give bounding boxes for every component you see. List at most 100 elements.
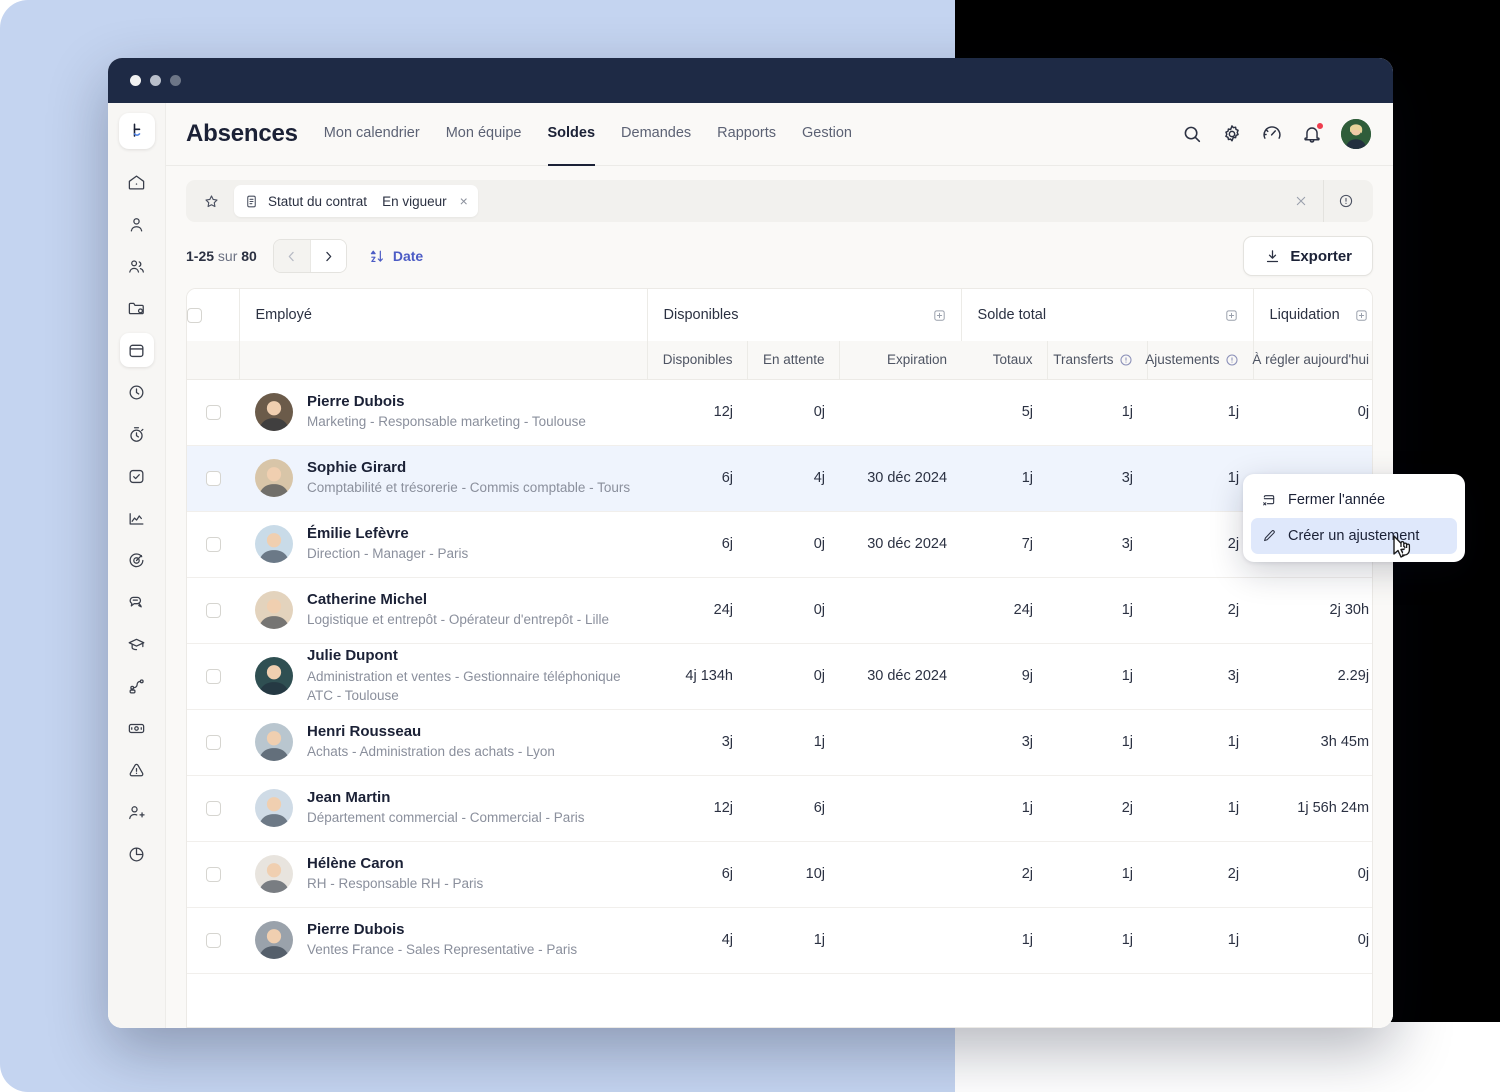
cell-totaux: 1j (1021, 800, 1034, 816)
info-circle-icon[interactable] (1225, 353, 1239, 367)
info-circle-icon[interactable] (1323, 180, 1367, 222)
export-button[interactable]: Exporter (1243, 236, 1373, 276)
row-checkbox[interactable] (205, 404, 221, 420)
menu-item-creer-un-ajustement[interactable]: Créer un ajustement (1251, 518, 1457, 554)
rail-item-tasks[interactable] (120, 459, 154, 493)
rail-item-training[interactable] (120, 627, 154, 661)
rail-item-people[interactable] (120, 249, 154, 283)
close-icon[interactable] (1279, 180, 1323, 222)
tab-gestion[interactable]: Gestion (802, 103, 852, 166)
person-icon (130, 217, 143, 231)
sub-header-disponibles[interactable]: Disponibles (646, 341, 747, 380)
prev-page-button[interactable] (273, 240, 310, 272)
window-minimize-dot[interactable] (150, 75, 161, 86)
rail-item-absences[interactable] (119, 333, 154, 367)
table-row[interactable]: Jean Martin Département commercial - Comm… (187, 775, 1372, 841)
sub-header-a-regler[interactable]: À régler aujourd'hui (1252, 341, 1372, 380)
row-checkbox[interactable] (205, 734, 221, 750)
rail-item-workflows[interactable] (120, 669, 154, 703)
sub-header-label: À régler aujourd'hui (1252, 352, 1370, 368)
filter-chip-contract-status[interactable]: Statut du contrat En vigueur × (234, 185, 478, 217)
cell-ajustements: 1j (1227, 800, 1240, 816)
tab-mon-calendrier[interactable]: Mon calendrier (324, 103, 420, 166)
row-select-cell (187, 709, 239, 775)
rail-item-documents[interactable] (120, 291, 154, 325)
sub-header-totaux[interactable]: Totaux (961, 341, 1048, 380)
filter-chip-remove[interactable]: × (460, 193, 468, 209)
factorial-logo[interactable] (118, 113, 155, 149)
sort-label: Date (392, 248, 424, 264)
table-row[interactable]: Henri Rousseau Achats - Administration de… (187, 709, 1372, 775)
employee-cell: Pierre Dubois Marketing - Responsable mar… (239, 379, 647, 445)
rail-item-home[interactable] (120, 165, 154, 199)
rail-item-reports[interactable] (120, 837, 154, 871)
table-row[interactable]: Catherine Michel Logistique et entrepôt -… (187, 577, 1372, 643)
sub-header-ajustements[interactable]: Ajustements (1145, 341, 1254, 380)
search-icon[interactable] (1181, 123, 1203, 145)
table-row[interactable]: Émilie Lefèvre Direction - Manager - Pari… (187, 511, 1372, 577)
rail-item-feedback[interactable] (120, 585, 154, 619)
employee-cell: Henri Rousseau Achats - Administration de… (239, 709, 647, 775)
table-row[interactable]: Hélène Caron RH - Responsable RH - Paris 6… (187, 841, 1372, 907)
sub-header-transferts[interactable]: Transferts (1046, 341, 1148, 380)
row-checkbox[interactable] (205, 602, 221, 618)
cell-transferts: 2j (1121, 800, 1134, 816)
notification-badge (1316, 122, 1324, 130)
folder-icon (128, 302, 144, 314)
table-row[interactable]: Julie Dupont Administration et ventes - G… (187, 643, 1372, 709)
employee-name: Pierre Dubois (307, 921, 405, 939)
avatar[interactable] (1341, 119, 1371, 149)
window-maximize-dot[interactable] (170, 75, 181, 86)
calendar-close-icon (1263, 495, 1275, 506)
row-select-cell (187, 841, 239, 907)
cell-expiration (839, 379, 961, 445)
row-checkbox[interactable] (205, 800, 221, 816)
rail-item-analytics[interactable] (120, 501, 154, 535)
sub-header-en-attente[interactable]: En attente (746, 341, 839, 380)
add-column-icon[interactable] (1224, 308, 1239, 323)
speedometer-icon[interactable] (1261, 123, 1283, 145)
rail-item-recruiting[interactable] (120, 795, 154, 829)
menu-item-fermer-lannee[interactable]: Fermer l'année (1251, 482, 1457, 518)
next-page-button[interactable] (309, 240, 346, 272)
table-row[interactable]: Pierre Dubois Marketing - Responsable mar… (187, 379, 1372, 445)
rail-item-profile[interactable] (120, 207, 154, 241)
rail-item-payroll[interactable] (120, 711, 154, 745)
gear-icon[interactable] (1221, 123, 1243, 145)
row-checkbox[interactable] (205, 866, 221, 882)
tab-soldes[interactable]: Soldes (547, 103, 596, 166)
table-row[interactable]: Pierre Dubois Ventes France - Sales Repre… (187, 907, 1372, 973)
table-row[interactable]: Sophie Girard Comptabilité et trésorerie … (187, 445, 1372, 511)
star-icon[interactable] (194, 184, 228, 218)
row-checkbox[interactable] (205, 470, 221, 486)
row-checkbox[interactable] (205, 536, 221, 552)
sort-control[interactable]: Date (369, 248, 423, 265)
employee-role: Marketing - Responsable marketing - Toul… (307, 414, 586, 430)
select-all-checkbox[interactable] (187, 307, 202, 323)
employee-cell: Jean Martin Département commercial - Comm… (239, 775, 647, 841)
rail-item-goals[interactable] (120, 543, 154, 577)
filter-bar: Statut du contrat En vigueur × (186, 180, 1373, 222)
add-column-icon[interactable] (932, 308, 947, 323)
row-checkbox[interactable] (205, 932, 221, 948)
cell-totaux: 2j (1021, 866, 1034, 882)
employee-cell: Émilie Lefèvre Direction - Manager - Pari… (239, 511, 647, 577)
rail-item-timer[interactable] (120, 417, 154, 451)
add-column-icon[interactable] (1354, 308, 1369, 323)
cell-transferts: 3j (1121, 536, 1134, 552)
window-close-dot[interactable] (130, 75, 141, 86)
tab-mon-equipe[interactable]: Mon équipe (446, 103, 522, 166)
cell-a-regler: 0j (1357, 932, 1370, 948)
sub-header-expiration[interactable]: Expiration (838, 341, 962, 380)
tab-demandes[interactable]: Demandes (621, 103, 691, 166)
cell-ajustements: 1j (1227, 932, 1240, 948)
rail-item-alerts[interactable] (120, 753, 154, 787)
tab-rapports[interactable]: Rapports (717, 103, 776, 166)
cell-disponibles: 6j (721, 866, 733, 882)
info-circle-icon[interactable] (1119, 353, 1133, 367)
cell-transferts: 1j (1121, 602, 1134, 618)
bell-icon[interactable] (1301, 122, 1324, 145)
rail-item-time[interactable] (120, 375, 154, 409)
row-checkbox[interactable] (205, 668, 221, 684)
cell-expiration (839, 907, 961, 973)
